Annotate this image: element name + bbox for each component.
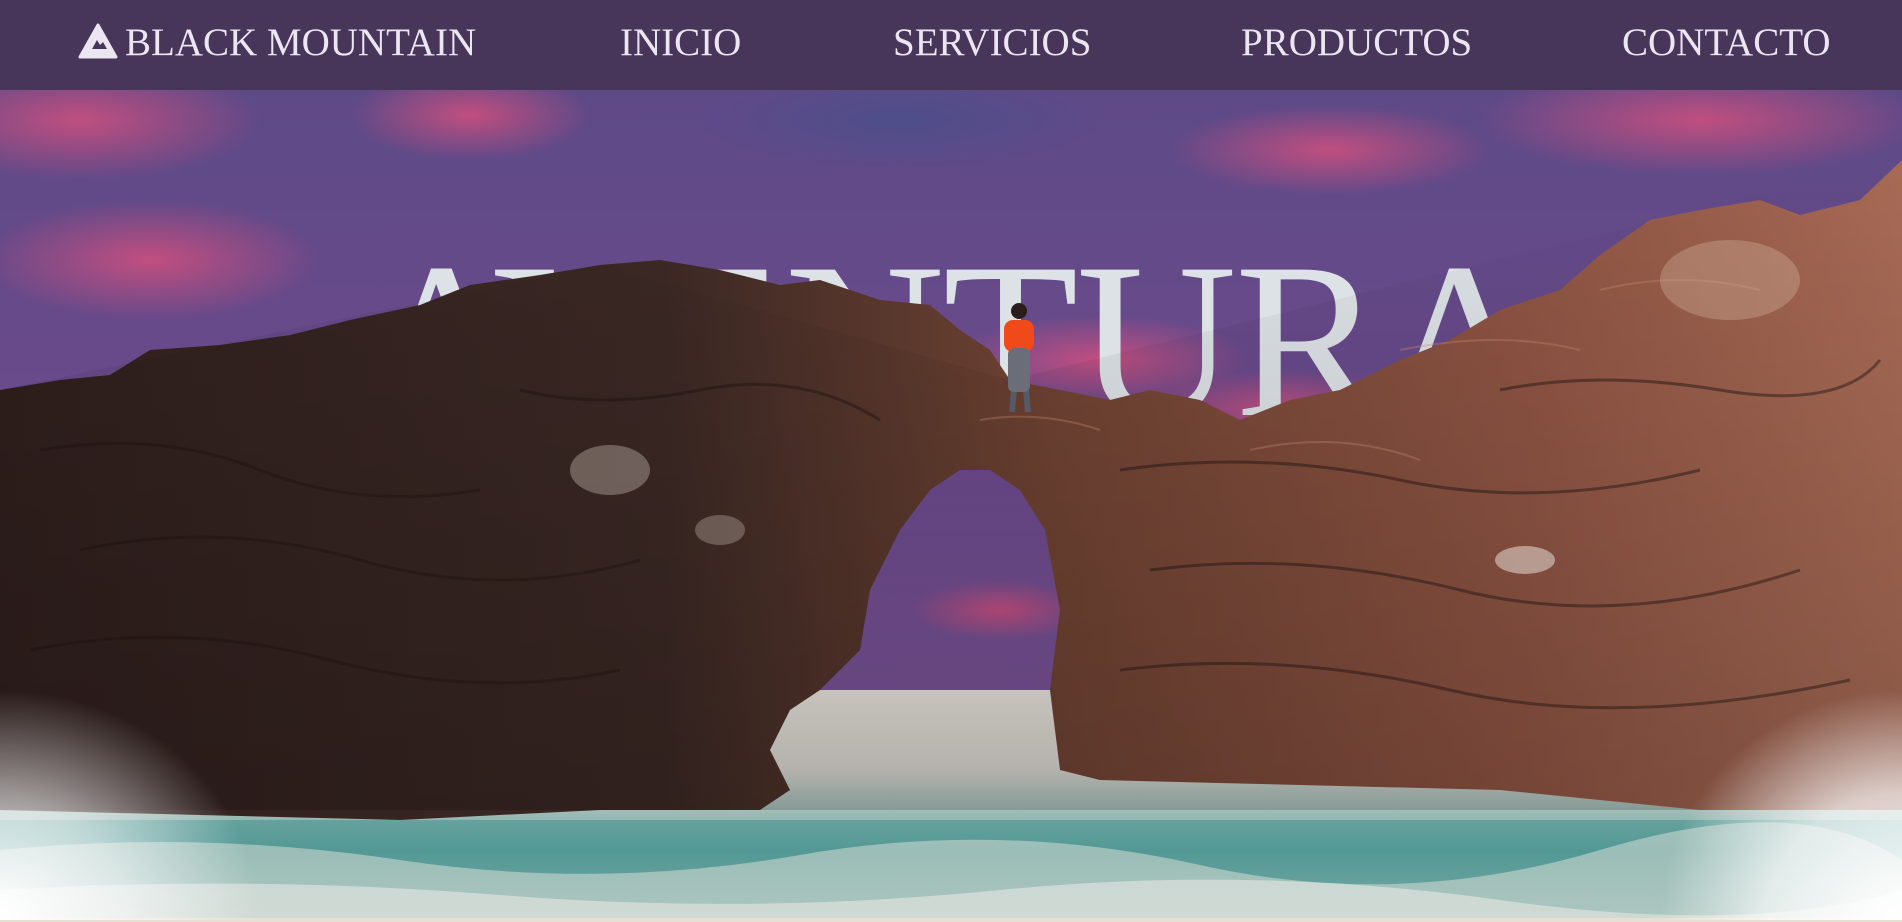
hero-banner: AVENTURA (0, 90, 1902, 920)
nav-link-servicios[interactable]: SERVICIOS (893, 20, 1091, 66)
brand-name: BLACK MOUNTAIN (125, 21, 477, 64)
brand-logo-link[interactable]: BLACK MOUNTAIN (78, 20, 476, 66)
nav-link-inicio[interactable]: INICIO (620, 20, 741, 66)
nav-link-productos[interactable]: PRODUCTOS (1241, 20, 1472, 66)
mountain-icon (78, 23, 118, 59)
nav-link-contacto[interactable]: CONTACTO (1622, 20, 1831, 66)
rock-arch-illustration (0, 160, 1902, 920)
top-navbar: BLACK MOUNTAIN INICIO SERVICIOS PRODUCTO… (0, 0, 1902, 90)
